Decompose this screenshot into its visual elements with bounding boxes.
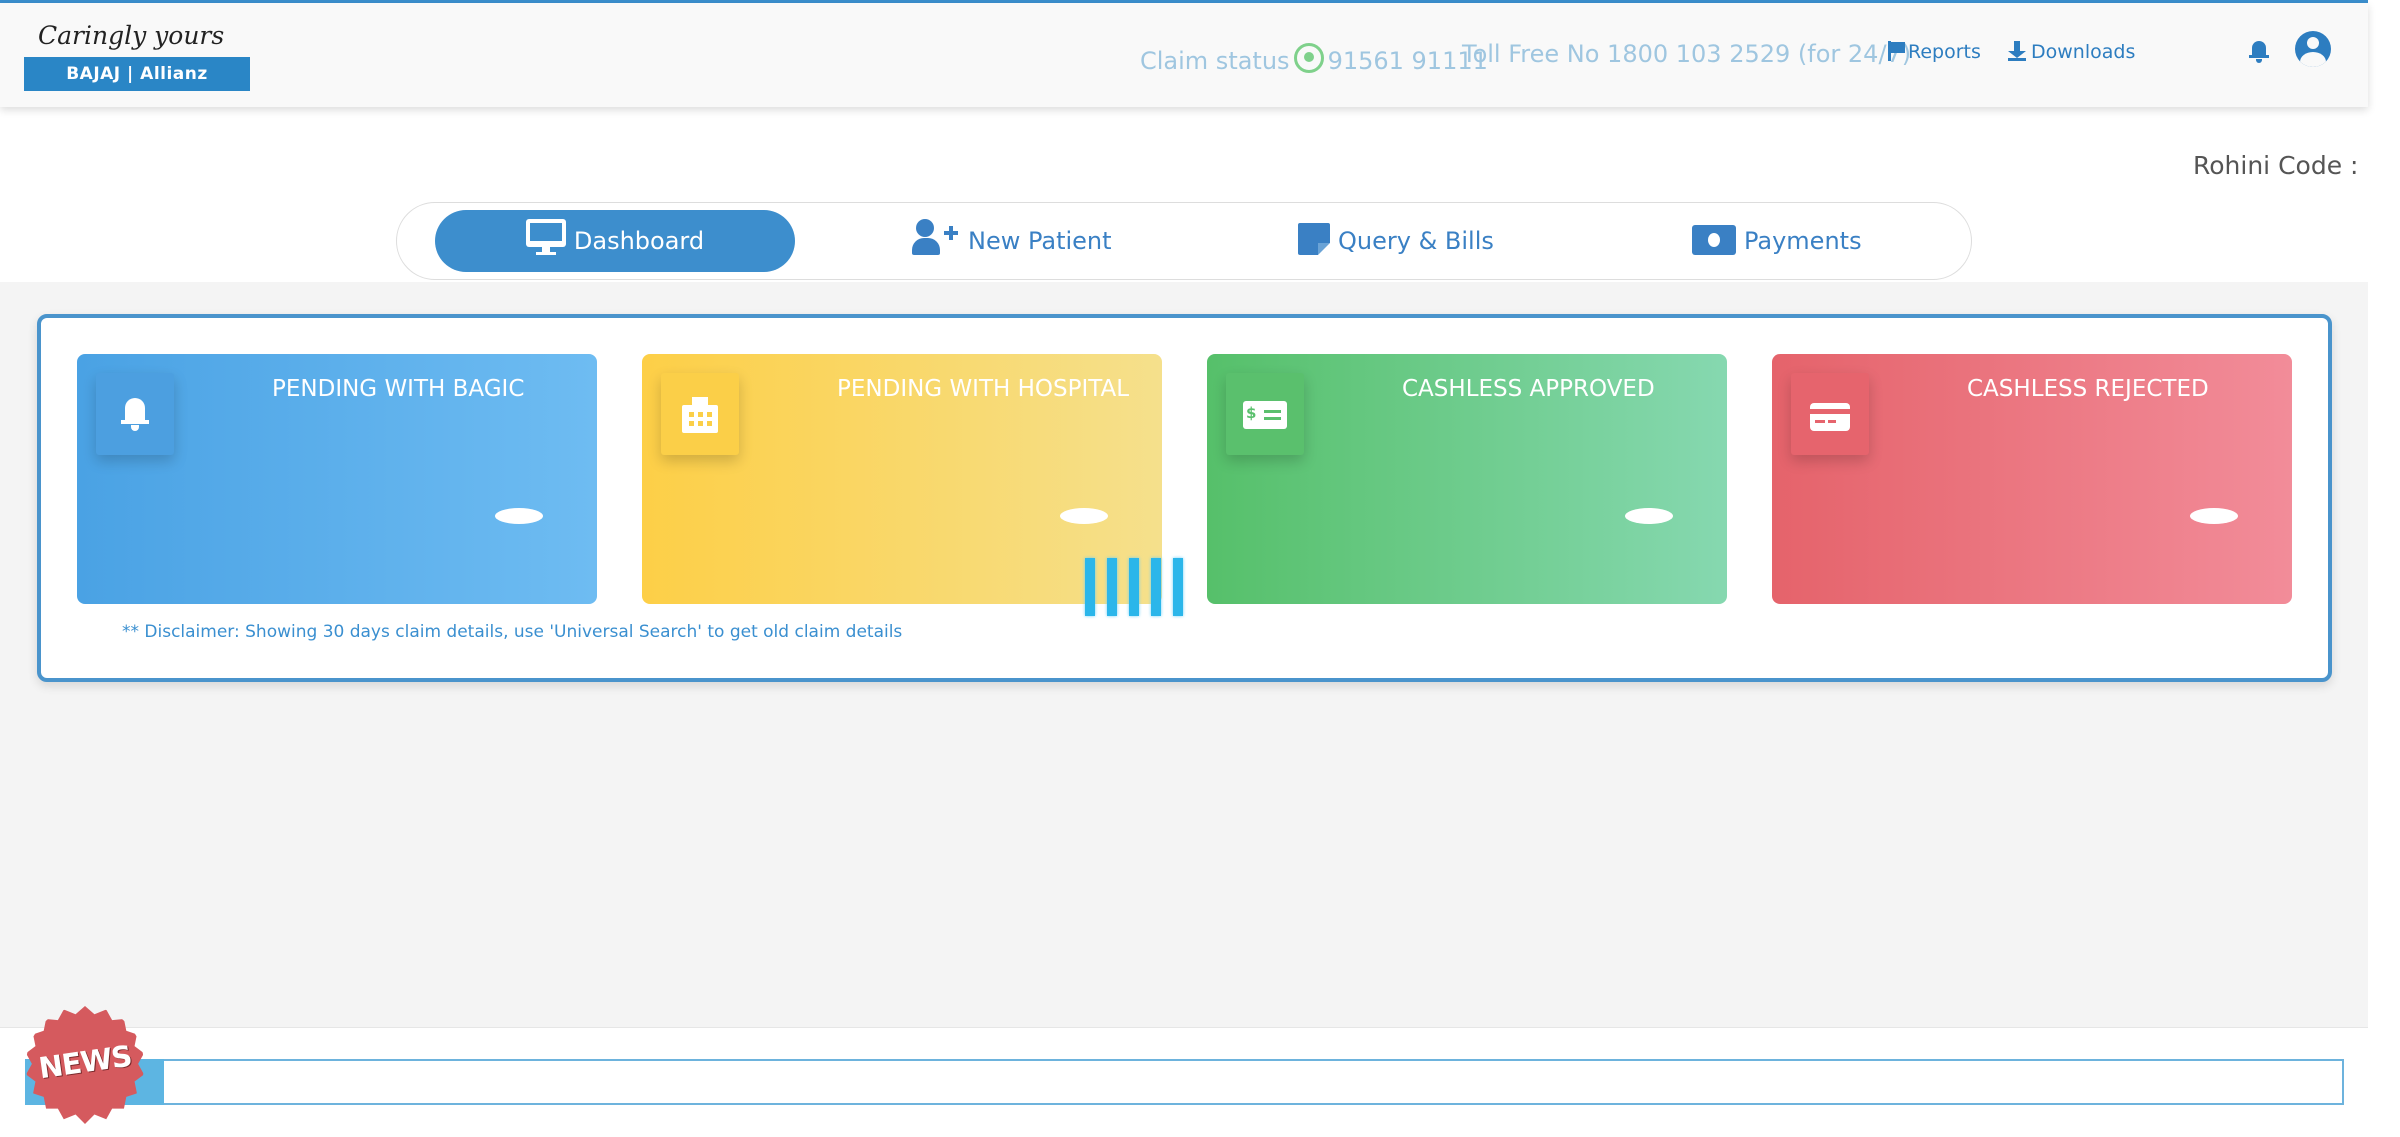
card-icon-box — [1791, 373, 1869, 455]
card-title: PENDING WITH BAGIC — [272, 376, 525, 402]
card-icon-box — [661, 373, 739, 455]
card-count — [495, 508, 543, 524]
downloads-link[interactable]: Downloads — [2008, 41, 2135, 63]
card-pending-with-hospital[interactable]: PENDING WITH HOSPITAL — [642, 354, 1162, 604]
download-icon — [2008, 41, 2026, 61]
claim-status-label: Claim status — [1140, 47, 1290, 75]
card-title: CASHLESS REJECTED — [1967, 376, 2209, 402]
reports-link[interactable]: Reports — [1888, 41, 1981, 63]
logo-brand: BAJAJ | Allianz — [24, 57, 250, 91]
loading-spinner — [1085, 558, 1189, 616]
card-cashless-approved[interactable]: $ CASHLESS APPROVED — [1207, 354, 1727, 604]
bell-icon — [121, 394, 149, 434]
tab-new-patient[interactable]: New Patient — [912, 210, 1112, 272]
card-count — [1060, 508, 1108, 524]
card-icon-box: $ — [1226, 373, 1304, 455]
claim-status: Claim status 91561 91111 — [1140, 43, 1488, 75]
whatsapp-icon — [1293, 43, 1324, 73]
rohini-code: Rohini Code : — [2193, 151, 2359, 180]
card-count — [1625, 508, 1673, 524]
tab-query-bills[interactable]: Query & Bills — [1298, 210, 1494, 272]
toll-free-number: Toll Free No 1800 103 2529 (for 24/7) — [1462, 40, 1912, 68]
tab-dashboard[interactable]: Dashboard — [435, 210, 795, 272]
bajaj-allianz-logo[interactable]: Caringly yours BAJAJ | Allianz — [24, 19, 250, 92]
monitor-icon — [525, 219, 566, 255]
money-icon — [1692, 225, 1736, 255]
user-profile-icon[interactable] — [2295, 31, 2331, 67]
credit-card-icon — [1810, 403, 1850, 431]
note-icon — [1298, 223, 1330, 255]
tab-dashboard-label: Dashboard — [573, 227, 705, 255]
card-cashless-rejected[interactable]: CASHLESS REJECTED — [1772, 354, 2292, 604]
user-plus-icon — [912, 219, 960, 255]
disclaimer-text: ** Disclaimer: Showing 30 days claim det… — [122, 622, 903, 642]
notification-bell-icon[interactable] — [2249, 41, 2269, 63]
logo-tagline: Caringly yours — [38, 21, 225, 50]
hospital-icon — [682, 397, 718, 433]
reports-label: Reports — [1908, 41, 1981, 63]
card-icon-box — [96, 373, 174, 455]
flag-icon — [1888, 41, 1905, 61]
tab-query-bills-label: Query & Bills — [1338, 227, 1494, 255]
downloads-label: Downloads — [2031, 41, 2136, 63]
card-count — [2190, 508, 2238, 524]
tab-payments-label: Payments — [1744, 227, 1862, 255]
header: Caringly yours BAJAJ | Allianz Claim sta… — [0, 3, 2368, 107]
money-bill-icon: $ — [1243, 401, 1287, 429]
card-pending-with-bagic[interactable]: PENDING WITH BAGIC — [77, 354, 597, 604]
card-title: CASHLESS APPROVED — [1402, 376, 1655, 402]
footer-divider — [0, 1027, 2368, 1028]
card-title: PENDING WITH HOSPITAL — [837, 376, 1130, 402]
tab-payments[interactable]: Payments — [1692, 210, 1862, 272]
news-ticker[interactable] — [25, 1059, 2344, 1105]
tab-new-patient-label: New Patient — [968, 227, 1112, 255]
